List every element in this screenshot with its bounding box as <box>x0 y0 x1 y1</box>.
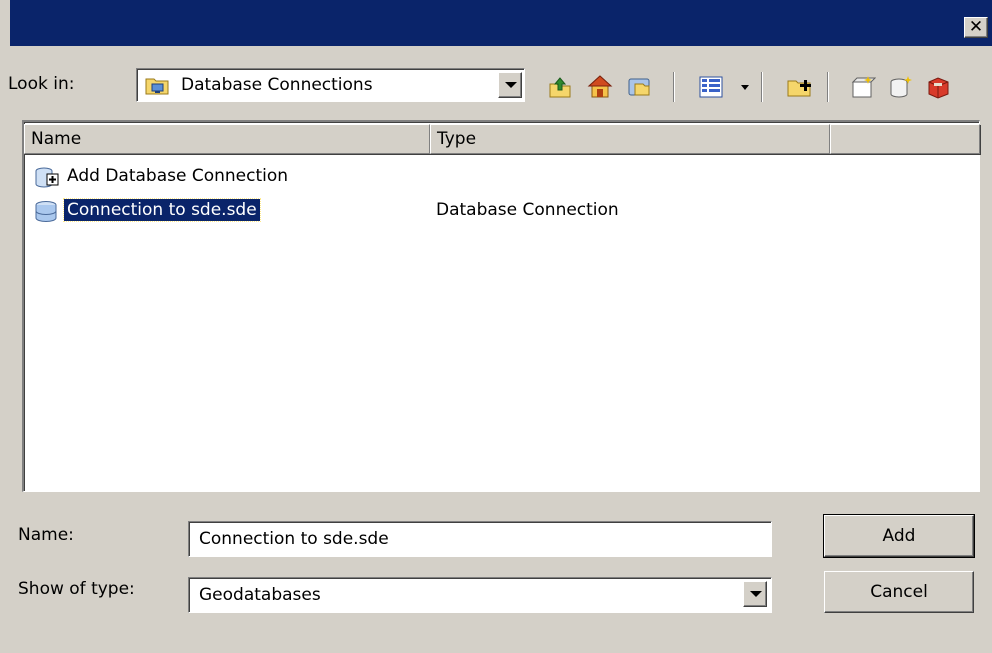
lookin-dropdown[interactable]: Database Connections <box>136 68 525 102</box>
folder-database-icon <box>145 78 169 95</box>
add-database-connection-icon <box>35 167 59 188</box>
list-item-name: Add Database Connection <box>67 166 289 186</box>
name-label: Name: <box>18 525 74 545</box>
type-dropdown[interactable]: Geodatabases <box>188 577 772 613</box>
new-item-icon[interactable] <box>850 74 876 100</box>
type-dropdown-button[interactable] <box>743 581 767 607</box>
type-dropdown-value: Geodatabases <box>199 585 321 605</box>
lookin-dropdown-button[interactable] <box>498 72 522 98</box>
list-item-name: Connection to sde.sde <box>63 198 261 222</box>
home-icon[interactable] <box>587 74 613 100</box>
toolbar-separator <box>761 72 763 102</box>
show-type-label: Show of type: <box>18 579 135 599</box>
name-input[interactable]: Connection to sde.sde <box>188 521 772 557</box>
view-menu-chevron-icon[interactable] <box>739 74 751 105</box>
new-folder-icon[interactable] <box>786 74 812 100</box>
new-database-icon[interactable] <box>888 74 914 100</box>
column-header-extra[interactable] <box>830 124 980 154</box>
view-menu-icon[interactable] <box>698 74 724 100</box>
toolbox-icon[interactable] <box>925 74 951 100</box>
column-header-type[interactable]: Type <box>430 124 830 154</box>
add-button[interactable]: Add <box>823 514 975 558</box>
close-button[interactable]: ✕ <box>964 17 988 38</box>
up-one-level-icon[interactable] <box>547 74 573 100</box>
cancel-button[interactable]: Cancel <box>824 571 974 613</box>
file-list[interactable]: Name Type Add Database Connection Connec… <box>22 120 980 492</box>
toolbar-separator <box>827 72 829 102</box>
lookin-label: Look in: <box>8 74 75 94</box>
list-item-type: Database Connection <box>436 200 619 220</box>
column-header-name[interactable]: Name <box>24 124 430 154</box>
lookin-value: Database Connections <box>181 75 373 95</box>
toolbar-separator <box>673 72 675 102</box>
connect-folder-icon[interactable] <box>627 74 653 100</box>
title-bar: ✕ <box>10 0 992 46</box>
database-icon <box>35 201 57 222</box>
close-icon: ✕ <box>968 17 984 37</box>
